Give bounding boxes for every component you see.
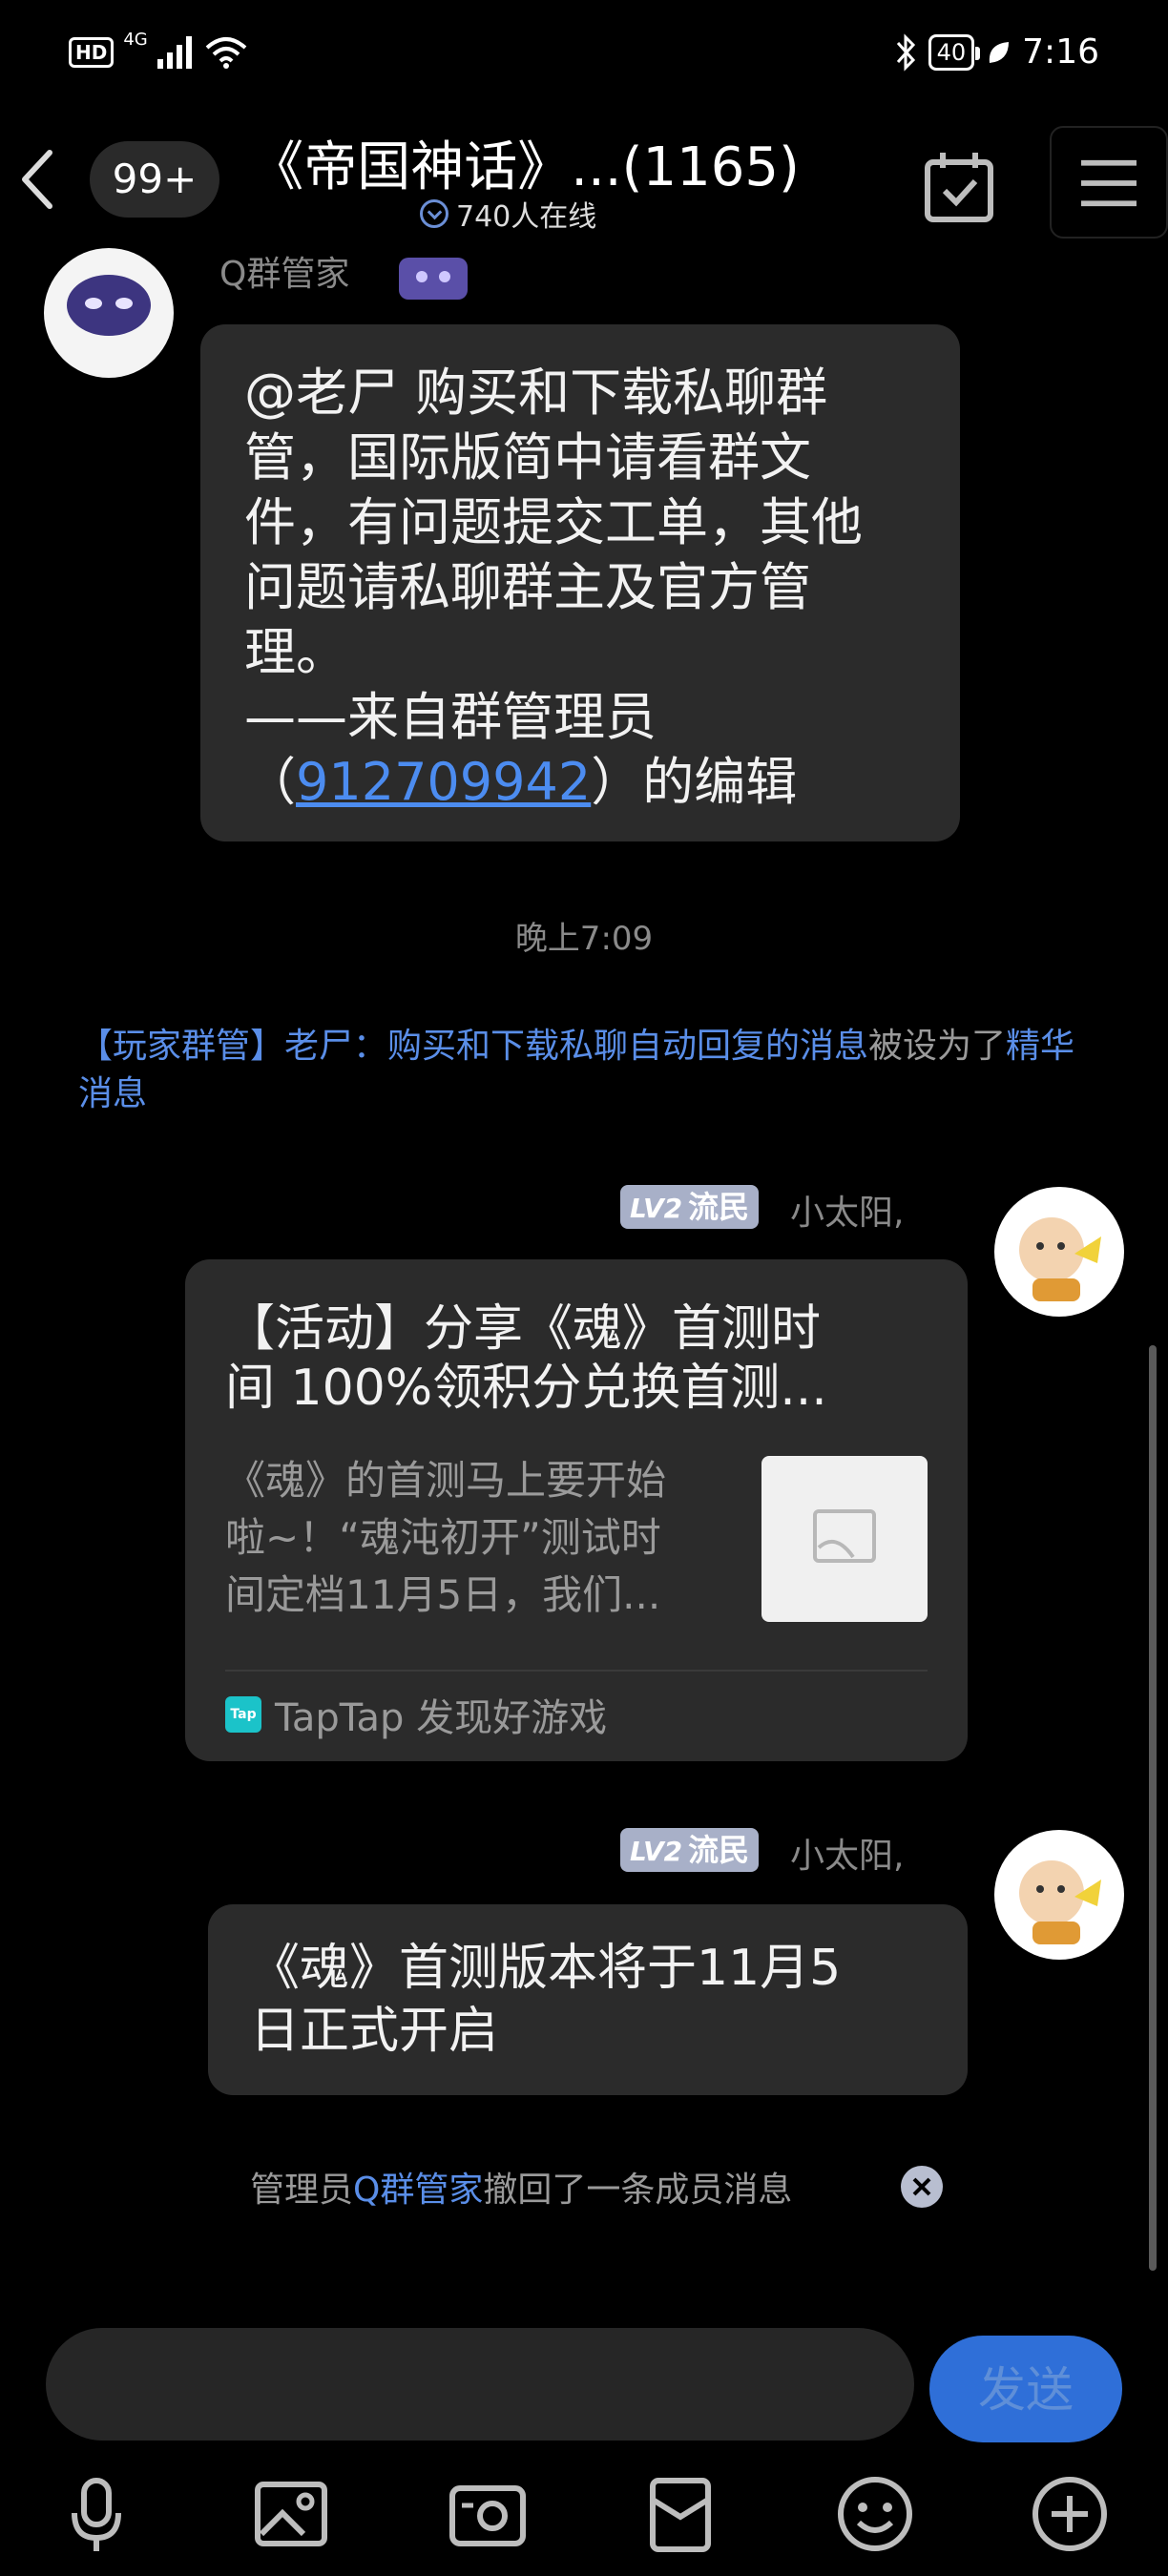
rank-text: 流民 [688, 1832, 750, 1868]
bot-avatar[interactable] [44, 248, 174, 378]
level-text: LV2 [630, 1836, 683, 1867]
admin-link[interactable]: Q群管家 [353, 2171, 483, 2210]
message-list[interactable]: Q群管家 @老尸 购买和下载私聊群 管，国际版简中请看群文 件，有问题提交工单，… [0, 248, 1168, 2328]
signal-icon [156, 36, 192, 69]
level-badge: LV2 流民 [620, 1185, 760, 1229]
message-text-end: ）的编辑 [591, 752, 798, 812]
hd-indicator: HD [69, 37, 115, 68]
level-text: LV2 [630, 1193, 683, 1224]
robot-badge-icon [399, 258, 468, 300]
rank-text: 流民 [688, 1189, 750, 1225]
back-arrow-icon[interactable] [13, 141, 71, 218]
plus-icon[interactable] [1027, 2471, 1113, 2557]
gallery-icon[interactable] [248, 2471, 334, 2557]
online-chevron-icon [420, 199, 448, 228]
monk-avatar-icon [1019, 1217, 1101, 1301]
menu-icon[interactable] [1050, 126, 1168, 239]
chat-header: 99+ 《帝国神话》...(1165) 740人在线 [0, 114, 1168, 248]
close-icon[interactable] [901, 2166, 943, 2208]
image-placeholder-icon [813, 1509, 876, 1563]
system-text: 被设为了 [868, 1027, 1007, 1066]
recall-text-end: 撤回了一条成员消息 [483, 2171, 793, 2210]
card-description: 《魂》的首测马上要开始 啦~！“魂沌初开”测试时 间定档11月5日，我们... [225, 1457, 667, 1618]
message-bubble[interactable]: 《魂》首测版本将于11月5 日正式开启 [208, 1904, 968, 2095]
message-bubble[interactable]: @老尸 购买和下载私聊群 管，国际版简中请看群文 件，有问题提交工单，其他 问题… [200, 324, 960, 841]
send-button[interactable]: 发送 [929, 2336, 1122, 2442]
robot-face-icon [67, 275, 151, 336]
level-badge: LV2 流民 [620, 1828, 760, 1872]
message-text: 《魂》首测版本将于11月5 日正式开启 [250, 1940, 842, 2060]
scrollbar[interactable] [1149, 1345, 1157, 2271]
wifi-icon [205, 37, 247, 69]
admin-id-link[interactable]: 912709942 [296, 752, 591, 812]
chat-screen: HD 4G 40 7:16 99+ 《帝国神话》...(1165) 740人在线… [0, 0, 1168, 2576]
timestamp: 晚上7:09 [514, 920, 654, 958]
sender-name: Q群管家 [219, 255, 350, 294]
calendar-check-icon[interactable] [916, 143, 1008, 235]
chat-title[interactable]: 《帝国神话》...(1165) [229, 124, 821, 201]
online-status[interactable]: 740人在线 [420, 193, 596, 235]
card-title: 【活动】分享《魂》首测时 间 100%领积分兑换首测... [225, 1300, 827, 1417]
user-avatar[interactable] [994, 1830, 1124, 1960]
link-card[interactable]: 【活动】分享《魂》首测时 间 100%领积分兑换首测... 《魂》的首测马上要开… [185, 1259, 968, 1761]
recall-notice: 管理员Q群管家撤回了一条成员消息 [250, 2162, 792, 2212]
bluetooth-icon [896, 32, 915, 72]
leaf-icon [989, 41, 1010, 63]
status-bar: HD 4G 40 7:16 [0, 0, 1168, 114]
card-divider [225, 1670, 928, 1672]
sender-name: 小太阳, [790, 1194, 905, 1233]
input-bar: 发送 [0, 2328, 1168, 2442]
unread-count-badge[interactable]: 99+ [90, 141, 219, 218]
input-toolbar [0, 2462, 1168, 2557]
card-thumbnail [761, 1456, 928, 1622]
network-type: 4G [123, 29, 148, 50]
recall-text: 管理员 [250, 2171, 354, 2210]
card-source-text: TapTap 发现好游戏 [275, 1696, 608, 1740]
message-input[interactable] [46, 2328, 914, 2441]
red-packet-icon[interactable] [637, 2471, 723, 2557]
sender-name: 小太阳, [790, 1837, 905, 1876]
microphone-icon[interactable] [53, 2471, 139, 2557]
camera-icon[interactable] [445, 2471, 531, 2557]
essence-system-message: 【玩家群管】老尸：购买和下载私聊自动回复的消息被设为了精华消息 [78, 1023, 1090, 1118]
message-text: @老尸 购买和下载私聊群 管，国际版简中请看群文 件，有问题提交工单，其他 问题… [244, 363, 863, 812]
user-avatar[interactable] [994, 1187, 1124, 1317]
card-source: Tap TapTap 发现好游戏 [225, 1687, 607, 1742]
online-count: 740人在线 [456, 200, 597, 234]
taptap-icon: Tap [225, 1696, 261, 1733]
monk-avatar-icon [1019, 1860, 1101, 1944]
emoji-icon[interactable] [832, 2471, 918, 2557]
clock: 7:16 [1022, 32, 1099, 72]
battery-indicator: 40 [928, 33, 980, 71]
essence-source-link[interactable]: 【玩家群管】老尸：购买和下载私聊自动回复的消息 [78, 1027, 868, 1066]
